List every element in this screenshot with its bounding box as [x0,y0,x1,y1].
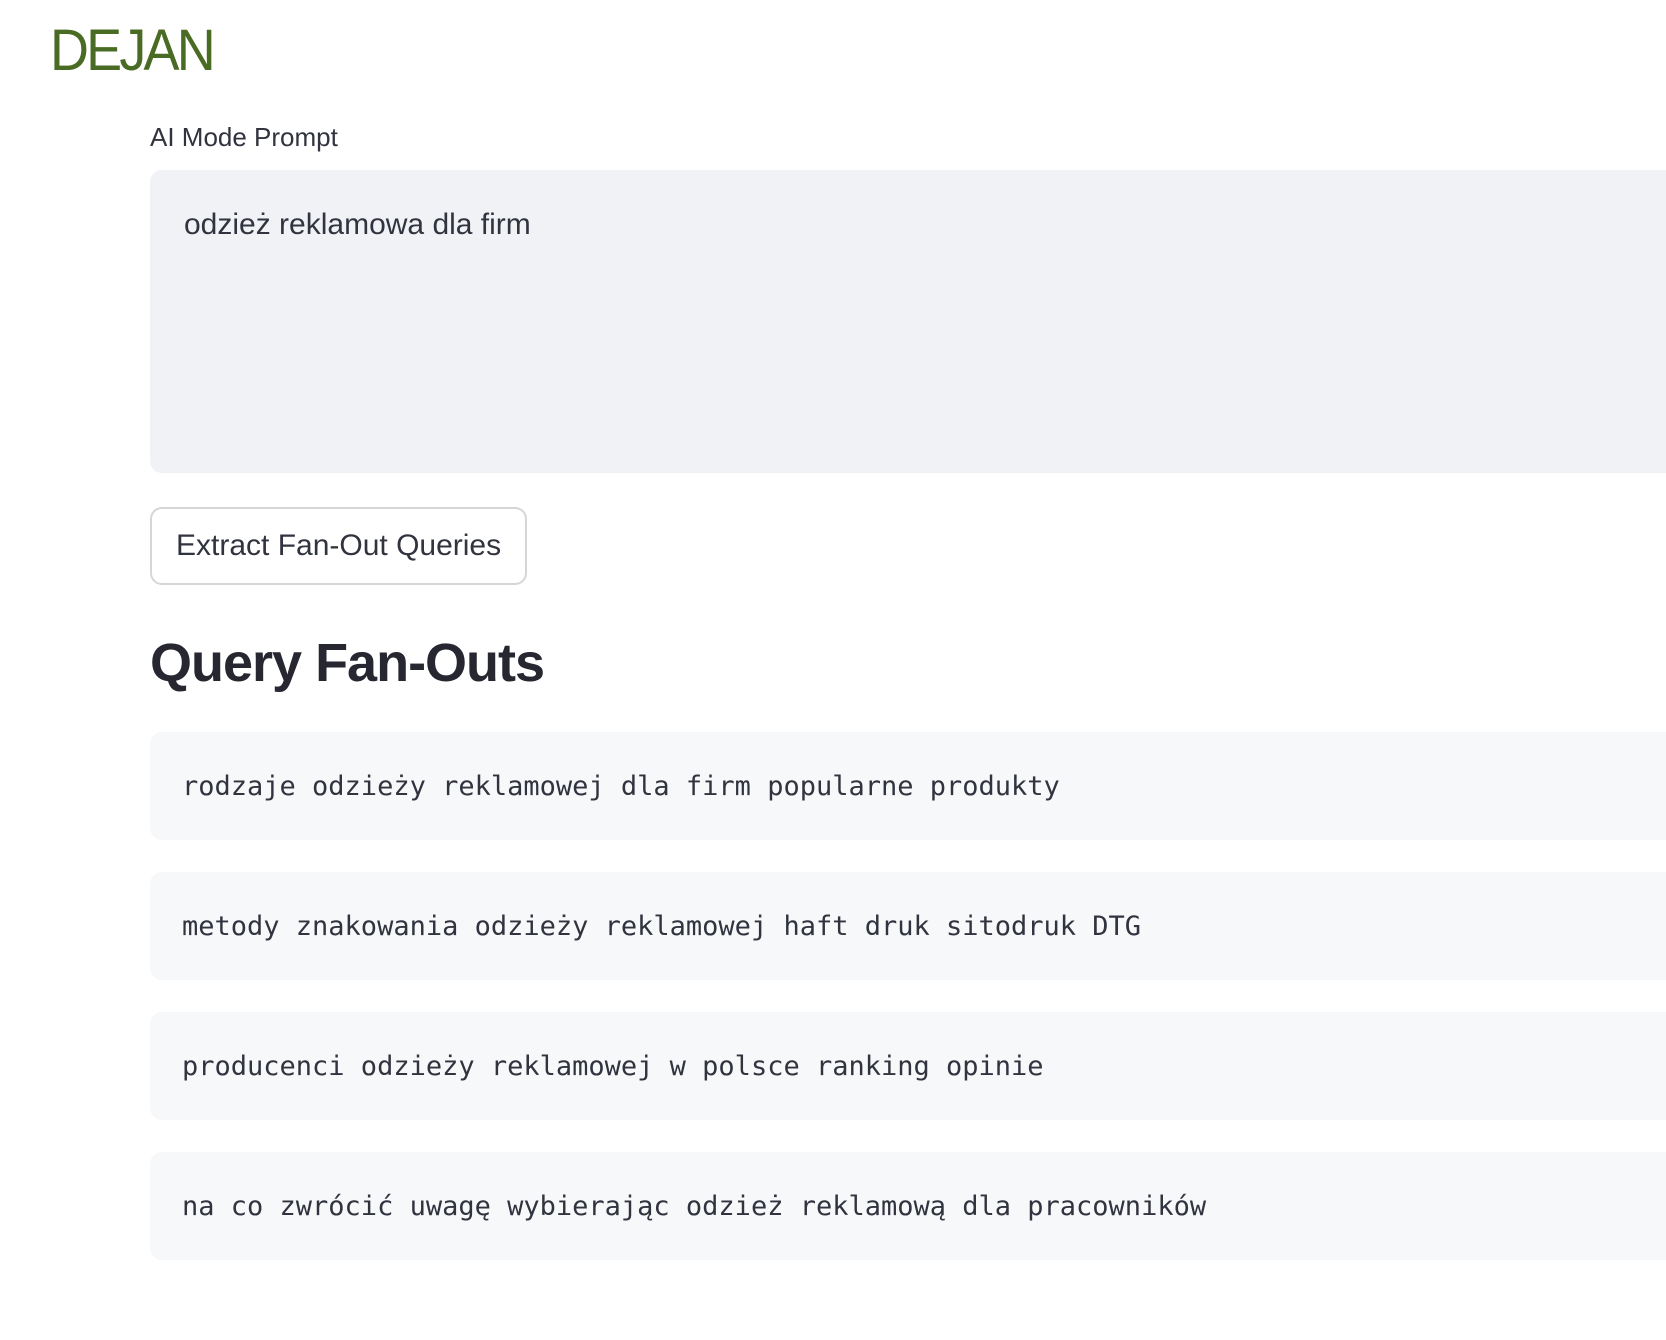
prompt-label: AI Mode Prompt [150,122,338,152]
query-item: rodzaje odzieży reklamowej dla firm popu… [150,732,1666,840]
extract-fan-out-queries-button[interactable]: Extract Fan-Out Queries [150,507,528,585]
query-fan-outs-heading: Query Fan-Outs [150,633,545,693]
query-item: metody znakowania odzieży reklamowej haf… [150,872,1666,980]
prompt-textarea[interactable]: odzież reklamowa dla firm [150,170,1666,473]
dejan-logo[interactable]: DEJAN [50,22,216,80]
query-fan-outs-list: rodzaje odzieży reklamowej dla firm popu… [150,732,1666,1292]
query-item: na co zwrócić uwagę wybierając odzież re… [150,1152,1666,1260]
query-item: producenci odzieży reklamowej w polsce r… [150,1012,1666,1120]
